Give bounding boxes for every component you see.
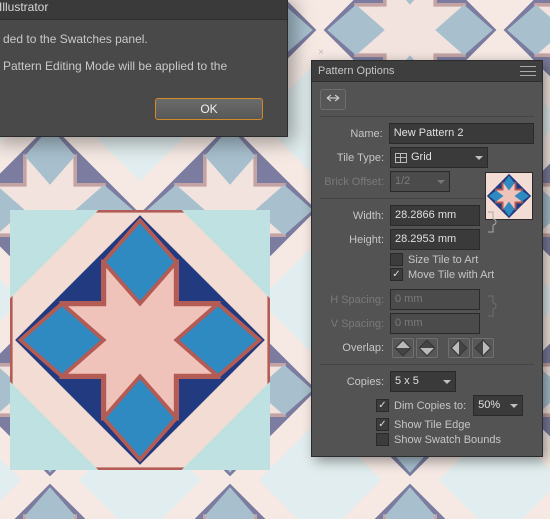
dialog-text-line2: Pattern Editing Mode will be applied to … [3,57,275,76]
dim-copies-value: 50% [478,398,500,413]
size-tile-checkbox[interactable] [390,253,403,266]
overlap-right-button[interactable] [416,338,438,358]
copies-value: 5 x 5 [395,374,419,389]
tiletype-label: Tile Type: [320,152,384,164]
panel-close-icon[interactable]: × [315,48,327,60]
tiletype-select[interactable]: Grid [390,147,488,168]
overlap-label: Overlap: [320,342,384,354]
move-tile-checkbox[interactable]: ✓ [390,268,403,281]
dialog-text-line1: ded to the Swatches panel. [3,30,275,49]
hspacing-label: H Spacing: [320,294,384,306]
width-input[interactable]: 28.2866 mm [390,205,480,226]
brickoffset-value: 1/2 [395,174,410,189]
height-label: Height: [320,234,384,246]
grid-icon [395,153,407,163]
brickoffset-label: Brick Offset: [320,176,384,188]
link-dimensions-icon[interactable] [484,212,500,232]
ok-button[interactable]: OK [155,98,263,120]
name-input[interactable]: New Pattern 2 [389,123,534,144]
width-label: Width: [320,210,384,222]
hspacing-input: 0 mm [390,289,480,310]
dialog-title: Illustrator [0,0,287,20]
pattern-options-panel: × Pattern Options Name: New Pattern 2 Ti… [311,48,543,457]
show-tile-edge-checkbox[interactable]: ✓ [376,418,389,431]
brickoffset-select: 1/2 [390,171,450,192]
move-tile-label: Move Tile with Art [408,269,494,281]
panel-menu-icon[interactable] [520,65,536,77]
pattern-tile-tool-button[interactable] [320,89,346,110]
overlap-left-button[interactable] [392,338,414,358]
copies-select[interactable]: 5 x 5 [390,371,456,392]
show-swatch-bounds-checkbox[interactable] [376,433,389,446]
panel-title: Pattern Options [318,65,520,77]
dim-copies-label: Dim Copies to: [394,400,466,412]
dim-copies-select[interactable]: 50% [473,395,523,416]
show-tile-edge-label: Show Tile Edge [394,419,470,431]
vspacing-input: 0 mm [390,313,480,334]
pattern-canvas-tile [10,210,270,470]
tiletype-value: Grid [411,150,467,165]
name-label: Name: [320,128,383,140]
link-spacing-icon [484,296,500,316]
show-swatch-bounds-label: Show Swatch Bounds [394,434,501,446]
copies-label: Copies: [320,376,384,388]
overlap-top-button[interactable] [448,338,470,358]
dim-copies-checkbox[interactable]: ✓ [376,399,389,412]
size-tile-label: Size Tile to Art [408,254,478,266]
height-input[interactable]: 28.2953 mm [390,229,480,250]
alert-dialog: Illustrator ded to the Swatches panel. P… [0,0,288,137]
vspacing-label: V Spacing: [320,318,384,330]
overlap-bottom-button[interactable] [472,338,494,358]
